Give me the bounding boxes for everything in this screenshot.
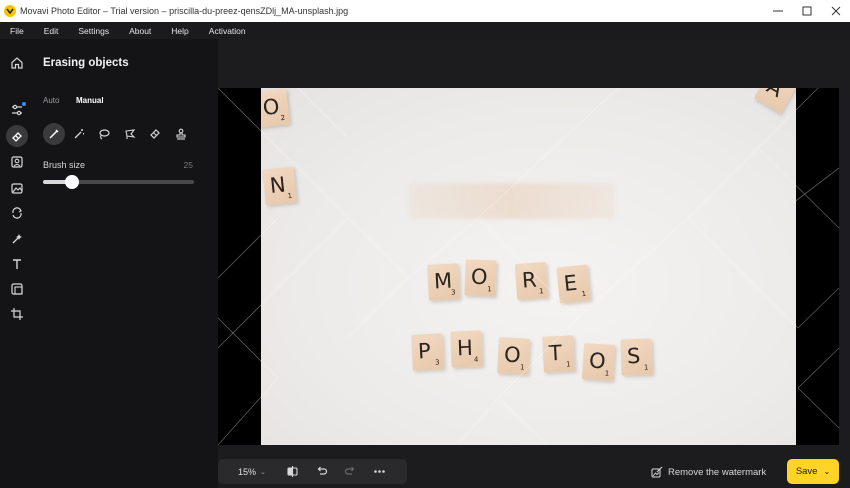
remove-watermark-label: Remove the watermark bbox=[668, 466, 767, 478]
brush-size-slider-thumb[interactable] bbox=[64, 175, 79, 189]
stamp-icon[interactable] bbox=[170, 123, 192, 145]
frame-icon[interactable] bbox=[6, 278, 28, 300]
tab-auto[interactable]: Auto bbox=[43, 96, 59, 105]
menu-bar: File Edit Settings About Help Activation bbox=[0, 22, 850, 39]
window-title: Movavi Photo Editor – Trial version – pr… bbox=[20, 6, 349, 16]
letter-tile: M3 bbox=[427, 263, 460, 301]
menu-help[interactable]: Help bbox=[161, 26, 198, 36]
portrait-icon[interactable] bbox=[6, 151, 28, 173]
notification-dot bbox=[22, 102, 26, 106]
close-icon[interactable] bbox=[821, 0, 850, 22]
magic-wand-icon[interactable] bbox=[68, 123, 90, 145]
eraser-icon[interactable] bbox=[6, 125, 28, 147]
menu-about[interactable]: About bbox=[119, 26, 161, 36]
image-canvas[interactable]: O2 N1 M3 O1 R1 E1 P3 H4 O1 T1 O1 S1 A bbox=[218, 88, 839, 445]
zoom-dropdown[interactable]: 15% ⌄ bbox=[238, 467, 278, 477]
panel-title: Erasing objects bbox=[43, 57, 129, 69]
letter-tile: P3 bbox=[411, 333, 444, 371]
menu-settings[interactable]: Settings bbox=[68, 26, 119, 36]
transform-icon[interactable] bbox=[6, 202, 28, 224]
brush-icon[interactable] bbox=[43, 123, 65, 145]
eraser-tool-icon[interactable] bbox=[144, 123, 166, 145]
tool-rail bbox=[0, 39, 35, 488]
home-icon[interactable] bbox=[6, 52, 28, 74]
lasso-icon[interactable] bbox=[93, 123, 115, 145]
brush-size-slider[interactable] bbox=[43, 175, 194, 189]
save-button[interactable]: Save ⌄ bbox=[787, 459, 839, 484]
crop-icon[interactable] bbox=[6, 303, 28, 325]
replace-background-icon[interactable] bbox=[6, 177, 28, 199]
letter-tile: A bbox=[754, 88, 796, 114]
minimize-icon[interactable] bbox=[763, 0, 792, 22]
polygon-lasso-icon[interactable] bbox=[119, 123, 141, 145]
erase-panel: Erasing objects Auto Manual Brush size 2… bbox=[35, 39, 218, 488]
edit-image-icon bbox=[651, 466, 663, 478]
letter-tile: T1 bbox=[542, 335, 575, 373]
menu-edit[interactable]: Edit bbox=[34, 26, 69, 36]
menu-activation[interactable]: Activation bbox=[199, 26, 256, 36]
letter-tile: H4 bbox=[450, 330, 483, 368]
compare-icon[interactable] bbox=[278, 459, 307, 484]
zoom-value: 15% bbox=[238, 466, 257, 477]
remove-watermark-button[interactable]: Remove the watermark bbox=[651, 464, 766, 480]
photo: O2 N1 M3 O1 R1 E1 P3 H4 O1 T1 O1 S1 A bbox=[261, 88, 796, 445]
menu-file[interactable]: File bbox=[0, 26, 34, 36]
bottom-toolbar: 15% ⌄ bbox=[218, 459, 407, 484]
letter-tile: O1 bbox=[497, 337, 530, 375]
erased-area bbox=[409, 183, 614, 219]
letter-tile: O1 bbox=[581, 342, 616, 382]
title-bar: Movavi Photo Editor – Trial version – pr… bbox=[0, 0, 850, 22]
chevron-down-icon: ⌄ bbox=[260, 468, 266, 476]
tab-manual[interactable]: Manual bbox=[76, 96, 104, 105]
app-logo-icon bbox=[4, 5, 16, 17]
retouch-icon[interactable] bbox=[6, 228, 28, 250]
letter-tile: O2 bbox=[261, 88, 290, 128]
undo-icon[interactable] bbox=[307, 459, 336, 484]
letter-tile: N1 bbox=[262, 166, 297, 206]
more-icon[interactable] bbox=[365, 459, 394, 484]
letter-tile: S1 bbox=[620, 338, 653, 376]
brush-size-label: Brush size bbox=[43, 160, 86, 170]
brush-size-value: 25 bbox=[183, 160, 193, 170]
redo-icon[interactable] bbox=[336, 459, 365, 484]
chevron-down-icon[interactable]: ⌄ bbox=[823, 467, 830, 476]
text-icon[interactable] bbox=[6, 253, 28, 275]
save-label: Save bbox=[795, 466, 818, 477]
letter-tile: R1 bbox=[514, 261, 549, 301]
maximize-icon[interactable] bbox=[792, 0, 821, 22]
letter-tile: E1 bbox=[556, 264, 591, 304]
letter-tile: O1 bbox=[464, 259, 497, 297]
